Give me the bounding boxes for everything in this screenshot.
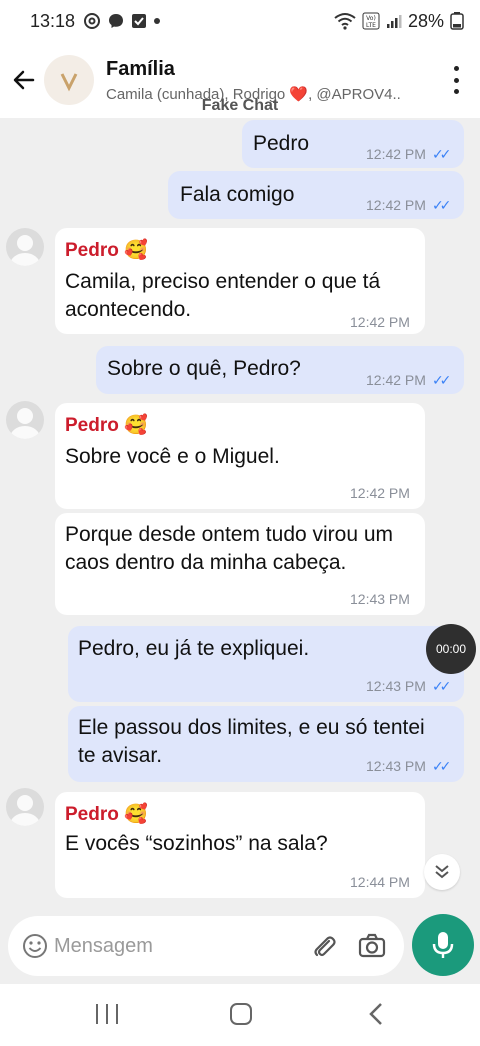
message-time: 12:42 PM ✓✓: [366, 197, 452, 213]
message-time: 12:42 PM: [350, 314, 410, 330]
battery-percent: 28%: [407, 10, 444, 31]
system-icons: Vo) LTE 28%: [334, 11, 464, 32]
message-text: Pedro, eu já te expliquei.: [78, 637, 310, 660]
message-text: Sobre você e o Miguel.: [65, 445, 280, 468]
read-ticks-icon: ✓✓: [431, 146, 452, 162]
threads-icon: [84, 13, 101, 29]
message-incoming[interactable]: Pedro 🥰 Camila, preciso entender o que t…: [55, 228, 425, 334]
message-outgoing[interactable]: Pedro, eu já te expliquei. 12:43 PM ✓✓: [68, 626, 464, 702]
microphone-icon: [432, 932, 454, 958]
message-outgoing[interactable]: Pedro 12:42 PM ✓✓: [242, 120, 464, 168]
fake-chat-watermark: Fake Chat: [201, 97, 279, 114]
check-square-icon: [132, 14, 147, 28]
volte-icon: Vo)LTE: [362, 12, 380, 30]
notification-icons: [83, 12, 161, 30]
nav-back-icon[interactable]: [368, 1002, 384, 1026]
message-incoming[interactable]: Porque desde ontem tudo virou um caos de…: [55, 513, 425, 615]
chat-area[interactable]: Pedro 12:42 PM ✓✓ Fala comigo 12:42 PM ✓✓ …: [0, 118, 480, 918]
avatar[interactable]: [6, 788, 44, 826]
messenger-icon: [109, 14, 124, 28]
message-incoming[interactable]: Pedro 🥰 E vocês “sozinhos” na sala? 12:4…: [55, 792, 425, 898]
message-time: 12:43 PM ✓✓: [366, 758, 452, 774]
message-text: Porque desde ontem tudo virou um caos de…: [65, 523, 394, 574]
message-text: Sobre o quê, Pedro?: [107, 357, 301, 380]
message-time: 12:42 PM: [350, 485, 410, 501]
kebab-dot: [453, 66, 459, 71]
message-time: 12:43 PM: [350, 591, 410, 607]
read-ticks-icon: ✓✓: [431, 758, 452, 774]
message-outgoing[interactable]: Fala comigo 12:42 PM ✓✓: [168, 171, 464, 219]
read-ticks-icon: ✓✓: [431, 372, 452, 388]
system-navigation-bar: [0, 984, 480, 1046]
message-time: 12:43 PM ✓✓: [366, 678, 452, 694]
more-options-button[interactable]: [452, 66, 460, 94]
read-ticks-icon: ✓✓: [431, 197, 452, 213]
home-button[interactable]: [230, 1003, 252, 1025]
message-composer: [8, 916, 404, 976]
status-time: 13:18: [30, 10, 76, 31]
message-outgoing[interactable]: Ele passou dos limites, e eu só tentei t…: [68, 706, 464, 782]
attach-icon[interactable]: [310, 932, 338, 960]
read-ticks-icon: ✓✓: [431, 678, 452, 694]
recents-bar: [106, 1004, 108, 1024]
kebab-dot: [453, 77, 459, 83]
group-logo-icon: [60, 73, 78, 92]
message-text: Fala comigo: [180, 183, 295, 206]
signal-icon: [386, 15, 402, 28]
dot-icon: [154, 18, 161, 24]
avatar[interactable]: [6, 228, 44, 266]
message-time: 12:42 PM ✓✓: [366, 146, 452, 162]
kebab-dot: [453, 89, 459, 94]
sender-name: Pedro 🥰: [65, 240, 148, 261]
recents-bar: [96, 1004, 98, 1024]
camera-icon[interactable]: [358, 932, 386, 960]
svg-text:Vo): Vo): [366, 15, 376, 22]
avatar[interactable]: [6, 401, 44, 439]
wifi-icon: [334, 13, 356, 30]
message-input[interactable]: [54, 930, 294, 962]
sender-name: Pedro 🥰: [65, 804, 148, 825]
recording-timer[interactable]: 00:00: [426, 624, 476, 674]
recents-button[interactable]: [96, 1004, 118, 1024]
back-button[interactable]: [4, 60, 44, 100]
scroll-down-button[interactable]: [424, 854, 460, 890]
message-text: E vocês “sozinhos” na sala?: [65, 832, 328, 855]
mic-button[interactable]: [412, 914, 474, 976]
sender-name: Pedro 🥰: [65, 415, 148, 436]
message-time: 12:42 PM ✓✓: [366, 372, 452, 388]
battery-icon: [450, 12, 464, 30]
message-incoming[interactable]: Pedro 🥰 Sobre você e o Miguel. 12:42 PM: [55, 403, 425, 509]
recents-bar: [116, 1004, 118, 1024]
arrow-left-icon: [13, 70, 35, 90]
message-time: 12:44 PM: [350, 874, 410, 890]
message-outgoing[interactable]: Sobre o quê, Pedro? 12:42 PM ✓✓: [96, 346, 464, 394]
status-bar: 13:18 Vo) LTE 28%: [0, 0, 480, 42]
message-text: Pedro: [253, 132, 310, 155]
emoji-icon[interactable]: [22, 933, 48, 959]
svg-text:LTE: LTE: [366, 22, 376, 29]
group-title: Família: [106, 57, 175, 80]
double-chevron-down-icon: [435, 865, 449, 879]
group-info[interactable]: Família Camila (cunhada), Rodrigo ❤️, @A…: [106, 58, 426, 103]
